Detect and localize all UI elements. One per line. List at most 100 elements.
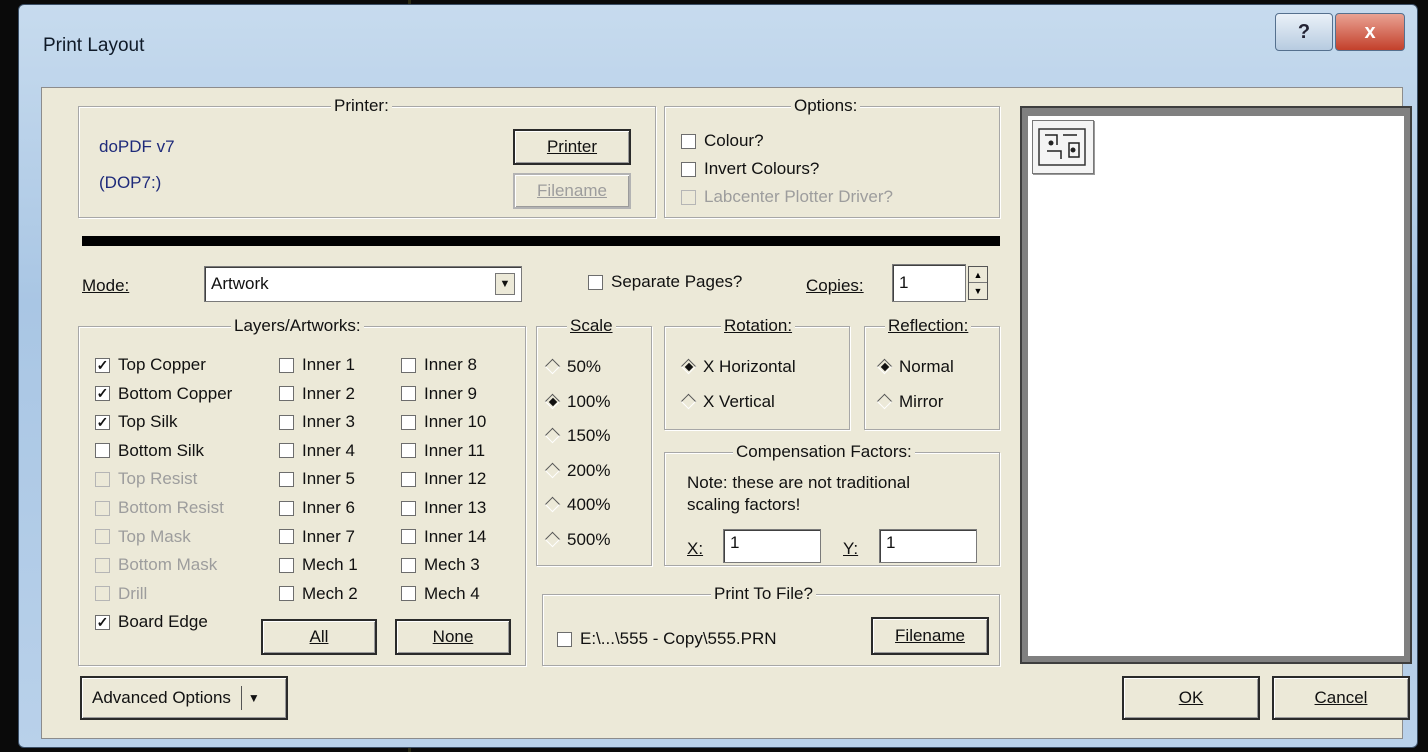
- y-factor-label-text: Y:: [843, 539, 859, 558]
- close-button[interactable]: x: [1335, 13, 1405, 51]
- checkbox-box: [681, 189, 696, 205]
- copies-input[interactable]: 1: [892, 264, 966, 302]
- print-to-file-checkbox[interactable]: E:\...\555 - Copy\555.PRN: [557, 629, 777, 649]
- cancel-button[interactable]: Cancel: [1272, 676, 1410, 720]
- layer-checkbox-inner-4[interactable]: Inner 4: [279, 441, 355, 461]
- help-button[interactable]: ?: [1275, 13, 1333, 51]
- none-button[interactable]: None: [395, 619, 511, 655]
- layer-checkbox-mech-3[interactable]: Mech 3: [401, 555, 480, 575]
- layer-checkbox-inner-3[interactable]: Inner 3: [279, 412, 355, 432]
- layer-checkbox-top-copper[interactable]: ✓ Top Copper: [95, 355, 206, 375]
- layer-checkbox-top-silk[interactable]: ✓ Top Silk: [95, 412, 178, 432]
- all-button[interactable]: All: [261, 619, 377, 655]
- scale-radio-150[interactable]: 150%: [545, 426, 610, 446]
- rotation-legend: Rotation:: [721, 316, 796, 336]
- invert-colours-checkbox[interactable]: Invert Colours?: [681, 159, 819, 179]
- layer-label: Inner 7: [302, 526, 355, 546]
- layer-checkbox-bottom-silk[interactable]: Bottom Silk: [95, 441, 204, 461]
- scale-group: Scale 50% 100% 150% 200% 400% 500%: [536, 316, 652, 566]
- plotter-driver-checkbox[interactable]: Labcenter Plotter Driver?: [681, 187, 893, 207]
- print-to-file-filename-button[interactable]: Filename: [871, 617, 989, 655]
- checkbox-box: ✓: [95, 356, 110, 373]
- layer-label: Mech 2: [302, 583, 358, 603]
- advanced-options-button[interactable]: Advanced Options ▼: [80, 676, 288, 720]
- printer-button[interactable]: Printer: [513, 129, 631, 165]
- scale-radio-500[interactable]: 500%: [545, 530, 610, 550]
- layer-label: Drill: [118, 583, 148, 603]
- printer-name: doPDF v7: [99, 137, 175, 156]
- reflection-radio-mirror[interactable]: Mirror: [877, 392, 943, 412]
- layer-checkbox-bottom-mask[interactable]: Bottom Mask: [95, 555, 217, 575]
- scale-legend-text: Scale: [570, 316, 613, 335]
- checkbox-box: [401, 357, 416, 373]
- layer-checkbox-inner-7[interactable]: Inner 7: [279, 527, 355, 547]
- copies-label: Copies:: [806, 276, 864, 296]
- reflection-radio-normal[interactable]: Normal: [877, 357, 954, 377]
- checkbox-box: [279, 443, 294, 459]
- rotation-radio-x-vertical[interactable]: X Vertical: [681, 392, 775, 412]
- layer-checkbox-inner-12[interactable]: Inner 12: [401, 469, 486, 489]
- layer-checkbox-bottom-resist[interactable]: Bottom Resist: [95, 498, 224, 518]
- layer-checkbox-inner-2[interactable]: Inner 2: [279, 384, 355, 404]
- scale-radio-200[interactable]: 200%: [545, 461, 610, 481]
- x-factor-input[interactable]: 1: [723, 529, 821, 563]
- separate-pages-checkbox[interactable]: Separate Pages?: [588, 272, 742, 292]
- scale-radio-100[interactable]: 100%: [545, 392, 610, 412]
- layer-checkbox-inner-8[interactable]: Inner 8: [401, 355, 477, 375]
- rotation-radio-x-horizontal[interactable]: X Horizontal: [681, 357, 796, 377]
- mode-select[interactable]: Artwork ▼: [204, 266, 522, 302]
- layer-checkbox-top-mask[interactable]: Top Mask: [95, 527, 191, 547]
- checkbox-box: [401, 557, 416, 573]
- layer-checkbox-mech-2[interactable]: Mech 2: [279, 584, 358, 604]
- ok-button[interactable]: OK: [1122, 676, 1260, 720]
- spin-down-icon[interactable]: ▼: [969, 283, 987, 298]
- y-factor-value: 1: [886, 533, 896, 552]
- checkbox-box: [279, 557, 294, 573]
- separator-bar: [82, 236, 1000, 246]
- layer-checkbox-top-resist[interactable]: Top Resist: [95, 469, 197, 489]
- radio-label: 100%: [567, 391, 611, 411]
- scale-radio-400[interactable]: 400%: [545, 495, 610, 515]
- compensation-group: Compensation Factors: Note: these are no…: [664, 442, 1000, 566]
- radio-label: 500%: [567, 529, 611, 549]
- invert-colours-label: Invert Colours?: [704, 159, 820, 178]
- chevron-down-icon[interactable]: ▼: [495, 273, 515, 295]
- print-to-file-legend: Print To File?: [711, 584, 816, 604]
- layer-checkbox-drill[interactable]: Drill: [95, 584, 147, 604]
- spin-up-icon[interactable]: ▲: [969, 267, 987, 283]
- layer-checkbox-mech-1[interactable]: Mech 1: [279, 555, 358, 575]
- title-bar[interactable]: Print Layout ? x: [19, 5, 1417, 85]
- layer-checkbox-bottom-copper[interactable]: ✓ Bottom Copper: [95, 384, 232, 404]
- layer-checkbox-inner-14[interactable]: Inner 14: [401, 527, 486, 547]
- copies-spinner[interactable]: ▲ ▼: [968, 266, 988, 300]
- radio-label: X Horizontal: [703, 357, 796, 376]
- layer-checkbox-inner-5[interactable]: Inner 5: [279, 469, 355, 489]
- chevron-down-icon[interactable]: ▼: [248, 691, 260, 705]
- layer-checkbox-inner-10[interactable]: Inner 10: [401, 412, 486, 432]
- colour-checkbox[interactable]: Colour?: [681, 131, 764, 151]
- radio-label: 400%: [567, 495, 611, 514]
- radio-diamond-icon: [877, 359, 893, 375]
- rotation-group: Rotation: X Horizontal X Vertical: [664, 316, 850, 430]
- checkbox-box: ✓: [95, 385, 110, 402]
- layer-checkbox-mech-4[interactable]: Mech 4: [401, 584, 480, 604]
- print-to-file-group: Print To File? E:\...\555 - Copy\555.PRN…: [542, 584, 1000, 666]
- radio-diamond-icon: [681, 394, 697, 410]
- copies-label-text: Copies:: [806, 276, 864, 295]
- board-thumbnail[interactable]: [1032, 120, 1094, 174]
- layer-checkbox-inner-13[interactable]: Inner 13: [401, 498, 486, 518]
- layer-checkbox-inner-1[interactable]: Inner 1: [279, 355, 355, 375]
- layer-checkbox-inner-11[interactable]: Inner 11: [401, 441, 485, 461]
- y-factor-input[interactable]: 1: [879, 529, 977, 563]
- filename-button-disabled[interactable]: Filename: [513, 173, 631, 209]
- layer-checkbox-inner-9[interactable]: Inner 9: [401, 384, 477, 404]
- radio-label: Normal: [899, 357, 954, 376]
- checkbox-box: [95, 500, 110, 516]
- radio-diamond-icon: [545, 428, 561, 444]
- layer-checkbox-inner-6[interactable]: Inner 6: [279, 498, 355, 518]
- y-factor-label: Y:: [843, 539, 858, 559]
- radio-label: Mirror: [899, 392, 944, 411]
- scale-radio-50[interactable]: 50%: [545, 357, 601, 377]
- split-divider: [240, 686, 242, 710]
- layer-checkbox-board-edge[interactable]: ✓ Board Edge: [95, 612, 208, 632]
